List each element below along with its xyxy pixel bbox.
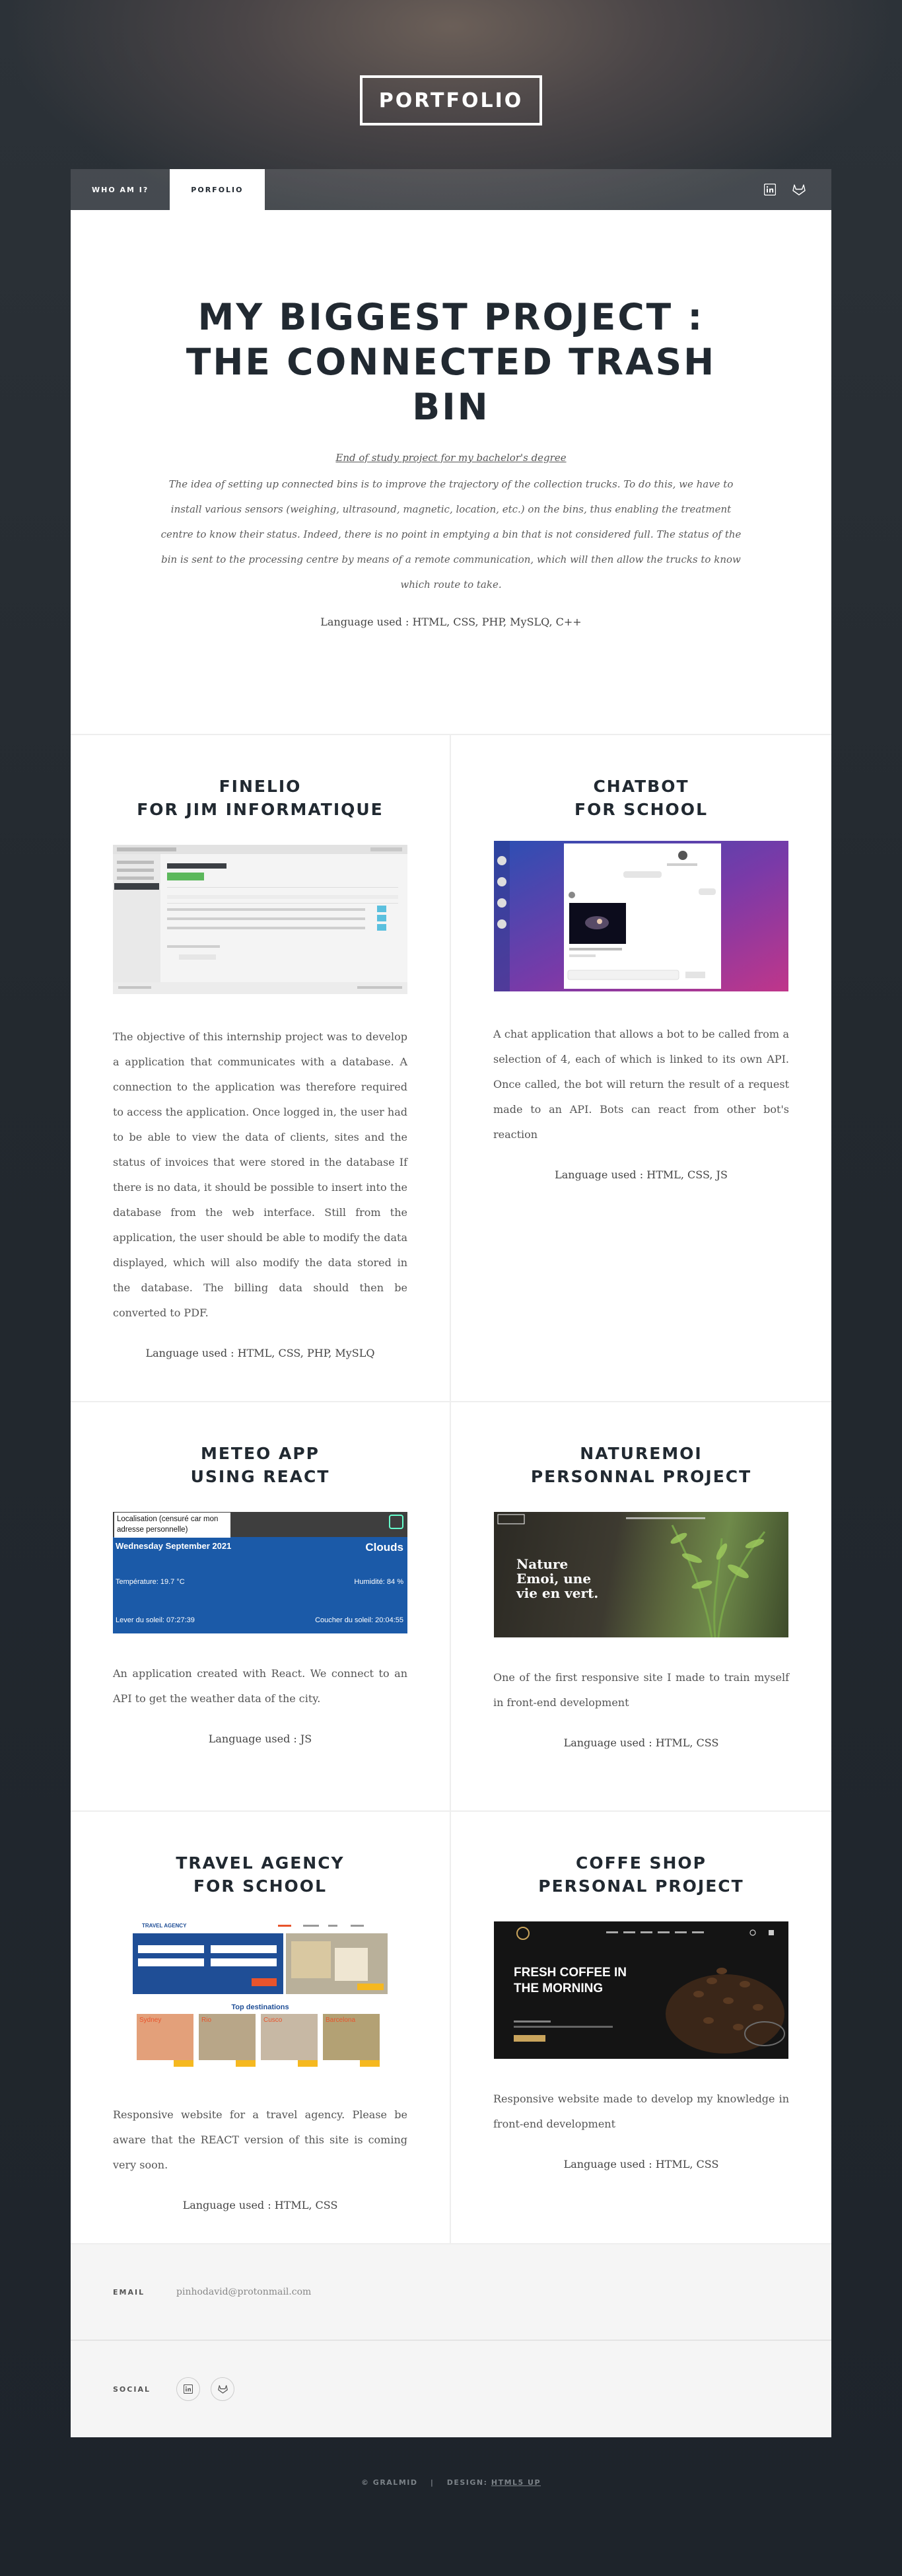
project-card-coffee-shop: COFFE SHOP PERSONAL PROJECT FRESH COFFEE… — [451, 1812, 831, 2244]
top-nav: WHO AM I? PORFOLIO — [71, 169, 831, 210]
mock-city: Sydney — [139, 2017, 162, 2024]
copyright-separator: | — [430, 2478, 434, 2487]
contact-footer: EMAIL pinhodavid@protonmail.com SOCIAL — [71, 2244, 831, 2437]
linkedin-icon[interactable] — [763, 182, 777, 197]
design-label: DESIGN: — [446, 2478, 488, 2487]
project-description: Responsive website made to develop my kn… — [493, 2093, 789, 2130]
gitlab-icon[interactable] — [211, 2377, 234, 2401]
project-description: An application created with React. We co… — [113, 1667, 407, 1705]
project-title-line2: FOR SCHOOL — [574, 800, 708, 819]
email-row: EMAIL pinhodavid@protonmail.com — [71, 2244, 831, 2341]
social-label: SOCIAL — [113, 2384, 151, 2394]
project-card-naturemoi: NATUREMOI PERSONNAL PROJECT Nature Emoi,… — [451, 1402, 831, 1812]
project-title-line2: PERSONNAL PROJECT — [530, 1467, 752, 1486]
site-logo[interactable]: PORTFOLIO — [360, 75, 542, 125]
project-description: Responsive website for a travel agency. … — [113, 2108, 407, 2171]
mock-city: Cusco — [263, 2017, 283, 2024]
mock-city: Rio — [201, 2017, 212, 2024]
project-title-line2: PERSONAL PROJECT — [538, 1877, 744, 1896]
email-link[interactable]: pinhodavid@protonmail.com — [176, 2287, 311, 2297]
project-language: Language used : JS — [208, 1733, 312, 1745]
project-description: One of the first responsive site I made … — [493, 1671, 789, 1709]
project-title-line2: USING REACT — [190, 1467, 330, 1486]
project-title: METEO APP USING REACT — [113, 1442, 407, 1488]
project-title: FINELIO FOR JIM INFORMATIQUE — [113, 775, 407, 821]
design-credit-link[interactable]: HTML5 UP — [491, 2478, 541, 2487]
project-title-line1: COFFE SHOP — [575, 1853, 707, 1873]
linkedin-icon[interactable] — [176, 2377, 200, 2401]
featured-project: MY BIGGEST PROJECT : THE CONNECTED TRASH… — [71, 210, 831, 735]
tab-portfolio[interactable]: PORFOLIO — [170, 169, 265, 210]
project-language: Language used : HTML, CSS, PHP, MySLQ — [145, 1347, 375, 1359]
hero-line2: THE MORNING — [514, 1982, 604, 1995]
project-title: TRAVEL AGENCY FOR SCHOOL — [113, 1851, 407, 1898]
project-card-chatbot: CHATBOT FOR SCHOOL A chat application th… — [451, 735, 831, 1402]
nav-social-icons — [763, 169, 831, 210]
main-content: MY BIGGEST PROJECT : THE CONNECTED TRASH… — [71, 210, 831, 2437]
project-title-line2: FOR SCHOOL — [193, 1877, 327, 1896]
project-title-line2: FOR JIM INFORMATIQUE — [137, 800, 384, 819]
mock-brand: TRAVEL AGENCY — [142, 1923, 187, 1929]
project-title-line1: NATUREMOI — [580, 1444, 703, 1463]
weather-sunrise: Lever du soleil: 07:27:39 — [116, 1616, 195, 1624]
meteo-screenshot[interactable]: Localisation (censuré car mon adresse pe… — [113, 1512, 407, 1633]
gitlab-icon[interactable] — [792, 182, 806, 197]
project-title-line1: METEO APP — [200, 1444, 320, 1463]
project-card-finelio: FINELIO FOR JIM INFORMATIQUE The objecti… — [71, 735, 451, 1402]
travel-agency-screenshot[interactable]: TRAVEL AGENCY Top destinations Sydney Ri… — [133, 1921, 388, 2075]
weather-date: Wednesday September 2021 — [116, 1541, 232, 1551]
mock-top-destinations: Top destinations — [231, 2003, 289, 2011]
email-label: EMAIL — [113, 2287, 145, 2297]
project-language: Language used : HTML, CSS — [563, 2158, 719, 2170]
projects-grid: FINELIO FOR JIM INFORMATIQUE The objecti… — [71, 735, 831, 2244]
project-title-line1: CHATBOT — [593, 777, 689, 796]
project-card-travel-agency: TRAVEL AGENCY FOR SCHOOL TRAVEL AGENCY T… — [71, 1812, 451, 2244]
project-description: A chat application that allows a bot to … — [493, 1028, 789, 1141]
chatbot-screenshot[interactable] — [494, 841, 788, 994]
hero-line1: FRESH COFFEE IN — [514, 1966, 627, 1980]
tab-who-am-i[interactable]: WHO AM I? — [71, 169, 170, 210]
featured-description: The idea of setting up connected bins is… — [160, 478, 742, 590]
search-button[interactable] — [389, 1515, 403, 1529]
project-title: NATUREMOI PERSONNAL PROJECT — [493, 1442, 789, 1488]
project-title: CHATBOT FOR SCHOOL — [493, 775, 789, 821]
featured-language: Language used : HTML, CSS, PHP, MySLQ, C… — [320, 616, 582, 628]
featured-title: MY BIGGEST PROJECT : THE CONNECTED TRASH… — [186, 296, 716, 428]
weather-temperature: Température: 19.7 °C — [116, 1578, 185, 1586]
project-language: Language used : HTML, CSS — [182, 2199, 338, 2211]
social-row: SOCIAL — [71, 2341, 831, 2437]
project-title: COFFE SHOP PERSONAL PROJECT — [493, 1851, 789, 1898]
finelio-screenshot[interactable] — [113, 845, 407, 997]
naturemoi-screenshot[interactable]: Nature Emoi, une vie en vert. — [494, 1512, 788, 1637]
copyright-owner: © GRALMID — [361, 2478, 418, 2487]
hero-line1: Nature — [516, 1556, 569, 1572]
project-title-line1: FINELIO — [219, 777, 302, 796]
project-title-line1: TRAVEL AGENCY — [176, 1853, 345, 1873]
hero-line3: vie en vert. — [516, 1585, 599, 1601]
project-card-meteo: METEO APP USING REACT Localisation (cens… — [71, 1402, 451, 1812]
project-description: The objective of this internship project… — [113, 1030, 407, 1319]
weather-sunset: Coucher du soleil: 20:04:55 — [315, 1616, 403, 1624]
mock-city: Barcelona — [326, 2017, 356, 2024]
location-input[interactable]: Localisation (censuré car mon adresse pe… — [114, 1513, 230, 1538]
hero-line2: Emoi, une — [516, 1571, 592, 1587]
copyright: © GRALMID | DESIGN: HTML5 UP — [0, 2478, 902, 2487]
weather-humidity: Humidité: 84 % — [354, 1578, 403, 1586]
coffee-shop-screenshot[interactable]: FRESH COFFEE IN THE MORNING — [494, 1921, 788, 2059]
featured-subtitle: End of study project for my bachelor's d… — [335, 452, 567, 464]
project-language: Language used : HTML, CSS, JS — [555, 1168, 728, 1181]
weather-condition: Clouds — [365, 1541, 403, 1554]
project-language: Language used : HTML, CSS — [563, 1736, 719, 1749]
